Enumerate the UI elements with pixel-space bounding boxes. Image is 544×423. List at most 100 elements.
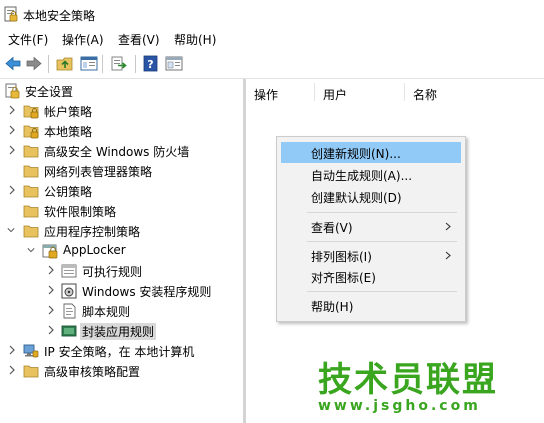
applocker-icon xyxy=(42,244,58,259)
chevron-right-icon[interactable] xyxy=(47,265,55,275)
menu-bar: 文件(F) 操作(A) 查看(V) 帮助(H) xyxy=(0,28,544,50)
tree-item-executable-rules[interactable]: 可执行规则 xyxy=(0,261,243,281)
menu-separator xyxy=(307,212,457,213)
chevron-right-icon[interactable] xyxy=(8,145,16,155)
tree-item-label: 网络列表管理器策略 xyxy=(44,165,153,179)
chevron-right-icon[interactable] xyxy=(8,365,16,375)
tree-item-packaged-app-rules[interactable]: 封装应用规则 xyxy=(0,321,243,341)
menu-item-label: 自动生成规则(A)... xyxy=(311,169,413,183)
watermark-url: www.jsgho.com xyxy=(318,398,481,414)
column-divider[interactable] xyxy=(404,83,405,101)
chevron-right-icon[interactable] xyxy=(47,305,55,315)
export-list-icon[interactable] xyxy=(110,55,128,72)
menu-item-view[interactable]: 查看(V) xyxy=(281,216,461,237)
tree-item-label: AppLocker xyxy=(63,243,126,257)
tree-item-local-policies[interactable]: 本地策略 xyxy=(0,121,243,141)
menu-item-label: 创建新规则(N)... xyxy=(311,147,401,161)
column-header-user[interactable]: 用户 xyxy=(323,86,347,103)
tree-item-label: 可执行规则 xyxy=(82,265,143,279)
tree-item-label: IP 安全策略，在 本地计算机 xyxy=(44,345,195,359)
menu-file[interactable]: 文件(F) xyxy=(8,31,48,48)
toolbar: ? xyxy=(0,50,544,79)
help-icon[interactable]: ? xyxy=(142,55,160,72)
column-divider[interactable] xyxy=(314,83,315,101)
chevron-right-icon[interactable] xyxy=(8,185,16,195)
toolbar-separator xyxy=(135,55,136,73)
column-header-action[interactable]: 操作 xyxy=(254,86,278,103)
tree-item-public-key-policies[interactable]: 公钥策略 xyxy=(0,181,243,201)
menu-item-align-icons[interactable]: 对齐图标(E) xyxy=(281,266,461,287)
menu-item-create-new-rule[interactable]: 创建新规则(N)... xyxy=(281,142,461,163)
menu-view[interactable]: 查看(V) xyxy=(118,31,160,48)
properties-icon[interactable] xyxy=(165,55,183,72)
installer-rules-icon xyxy=(61,283,77,299)
security-policy-app-icon xyxy=(4,6,18,22)
tree-item-software-restriction[interactable]: 软件限制策略 xyxy=(0,201,243,221)
tree-item-installer-rules[interactable]: Windows 安装程序规则 xyxy=(0,281,243,301)
folder-lock-icon xyxy=(23,105,39,119)
security-settings-icon xyxy=(5,83,20,99)
folder-icon xyxy=(23,185,39,198)
folder-icon xyxy=(23,365,39,378)
chevron-right-icon[interactable] xyxy=(8,105,16,115)
chevron-right-icon[interactable] xyxy=(8,125,16,135)
menu-item-label: 创建默认规则(D) xyxy=(311,191,402,205)
column-header-name[interactable]: 名称 xyxy=(413,86,437,103)
svg-text:?: ? xyxy=(147,58,153,71)
chevron-right-icon[interactable] xyxy=(8,345,16,355)
chevron-right-icon[interactable] xyxy=(47,285,55,295)
title-bar: 本地安全策略 xyxy=(0,0,544,28)
tree-item-applocker[interactable]: AppLocker xyxy=(0,241,243,261)
folder-icon xyxy=(23,145,39,158)
tree-item-network-list-manager[interactable]: 网络列表管理器策略 xyxy=(0,161,243,181)
script-rules-icon xyxy=(63,303,76,319)
tree-item-label: 脚本规则 xyxy=(82,305,131,319)
menu-help[interactable]: 帮助(H) xyxy=(174,31,216,48)
tree-item-windows-firewall[interactable]: 高级安全 Windows 防火墙 xyxy=(0,141,243,161)
submenu-arrow-icon xyxy=(445,251,451,260)
tree-item-label: 高级审核策略配置 xyxy=(44,365,141,379)
folder-icon xyxy=(23,225,39,238)
chevron-down-icon[interactable] xyxy=(7,225,15,235)
tree-item-advanced-audit[interactable]: 高级审核策略配置 xyxy=(0,361,243,381)
menu-item-arrange-icons[interactable]: 排列图标(I) xyxy=(281,245,461,266)
menu-item-label: 查看(V) xyxy=(311,221,353,235)
tree-item-security-settings[interactable]: 安全设置 xyxy=(0,81,243,101)
back-arrow-icon[interactable] xyxy=(4,55,22,72)
menu-item-create-default-rules[interactable]: 创建默认规则(D) xyxy=(281,186,461,207)
menu-item-label: 对齐图标(E) xyxy=(311,271,376,285)
chevron-right-icon[interactable] xyxy=(47,325,55,335)
tree-pane: 安全设置 帐户策略 本地策略 高级安全 Windows 防火墙 网络列表管理器策… xyxy=(0,79,243,423)
tree-item-account-policies[interactable]: 帐户策略 xyxy=(0,101,243,121)
menu-item-label: 排列图标(I) xyxy=(311,250,372,264)
tree-item-label: 软件限制策略 xyxy=(44,205,117,219)
toolbar-separator xyxy=(102,55,103,73)
executable-rules-icon xyxy=(61,264,77,278)
menu-action[interactable]: 操作(A) xyxy=(62,31,104,48)
menu-item-help[interactable]: 帮助(H) xyxy=(281,295,461,316)
packaged-app-rules-icon xyxy=(61,325,77,337)
chevron-down-icon[interactable] xyxy=(27,245,35,255)
menu-item-auto-generate-rules[interactable]: 自动生成规则(A)... xyxy=(281,164,461,185)
tree-item-label: 封装应用规则 xyxy=(80,323,157,340)
tree-item-label: 应用程序控制策略 xyxy=(44,225,141,239)
submenu-arrow-icon xyxy=(445,222,451,231)
menu-item-label: 帮助(H) xyxy=(311,300,354,314)
tree-item-ip-security[interactable]: IP 安全策略，在 本地计算机 xyxy=(0,341,243,361)
tree-item-label: 安全设置 xyxy=(25,85,74,99)
show-hide-tree-icon[interactable] xyxy=(80,55,98,72)
tree-item-label: 高级安全 Windows 防火墙 xyxy=(44,145,190,159)
up-folder-icon[interactable] xyxy=(56,55,74,72)
menu-separator xyxy=(307,291,457,292)
folder-icon xyxy=(23,165,39,178)
watermark-title: 技术员联盟 xyxy=(318,360,498,400)
tree-item-label: Windows 安装程序规则 xyxy=(82,285,212,299)
tree-item-label: 本地策略 xyxy=(44,125,93,139)
ip-security-icon xyxy=(23,344,39,358)
context-menu: 创建新规则(N)... 自动生成规则(A)... 创建默认规则(D) 查看(V)… xyxy=(276,136,466,322)
toolbar-separator xyxy=(48,55,49,73)
folder-lock-icon xyxy=(23,125,39,139)
tree-item-script-rules[interactable]: 脚本规则 xyxy=(0,301,243,321)
forward-arrow-icon[interactable] xyxy=(25,55,43,72)
tree-item-app-control-policies[interactable]: 应用程序控制策略 xyxy=(0,221,243,241)
